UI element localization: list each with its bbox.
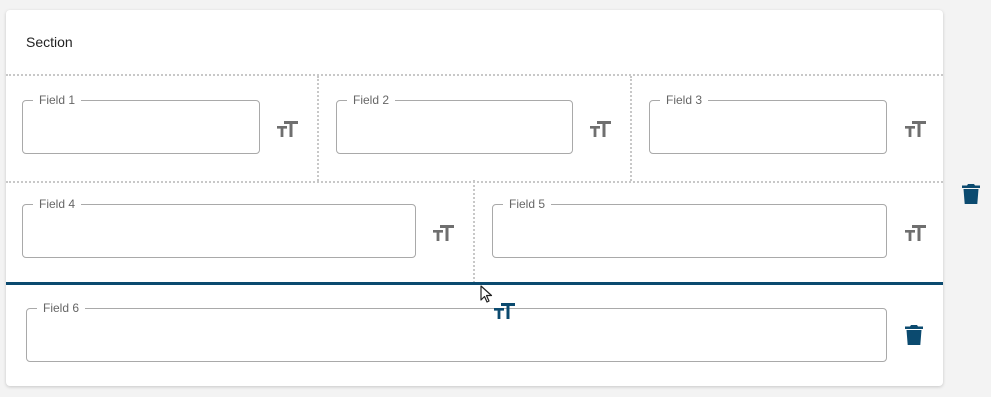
row-2-cell-2: Field 5: [473, 180, 945, 283]
trash-icon[interactable]: [905, 325, 923, 345]
form-row-2: Field 4 Field 5: [6, 180, 943, 283]
field-6-input[interactable]: Field 6: [26, 301, 887, 362]
text-size-icon[interactable]: [493, 300, 517, 320]
text-size-icon[interactable]: [904, 222, 928, 242]
form-builder-canvas: ⋯ Section Field 1 Field 2: [0, 0, 991, 397]
field-3-input[interactable]: Field 3: [649, 93, 887, 154]
field-2-label: Field 2: [347, 93, 396, 107]
drag-grip-icon[interactable]: ⋯: [484, 0, 504, 6]
field-6-label: Field 6: [37, 301, 86, 315]
row-1-cell-3: Field 3: [630, 76, 945, 181]
form-row-3: Field 6: [6, 285, 943, 386]
field-1-label: Field 1: [33, 93, 82, 107]
field-5-input[interactable]: Field 5: [492, 197, 887, 258]
form-row-1: Field 1 Field 2 Field 3: [6, 74, 943, 183]
text-size-icon[interactable]: [432, 222, 456, 242]
text-size-icon[interactable]: [276, 118, 300, 138]
section-title: Section: [26, 34, 73, 50]
field-4-input[interactable]: Field 4: [22, 197, 416, 258]
text-size-icon[interactable]: [904, 118, 928, 138]
row-1-cell-1: Field 1: [6, 76, 317, 181]
section-card: Section Field 1 Field 2 Field 3 Field 4 …: [6, 10, 943, 386]
field-4-label: Field 4: [33, 197, 82, 211]
text-size-icon[interactable]: [589, 118, 613, 138]
row-1-cell-2: Field 2: [317, 76, 631, 181]
mouse-pointer-icon: [480, 285, 494, 303]
trash-icon[interactable]: [962, 184, 980, 204]
row-2-cell-1: Field 4: [6, 180, 473, 283]
field-2-input[interactable]: Field 2: [336, 93, 573, 154]
field-5-label: Field 5: [503, 197, 552, 211]
field-1-input[interactable]: Field 1: [22, 93, 260, 154]
field-3-label: Field 3: [660, 93, 709, 107]
